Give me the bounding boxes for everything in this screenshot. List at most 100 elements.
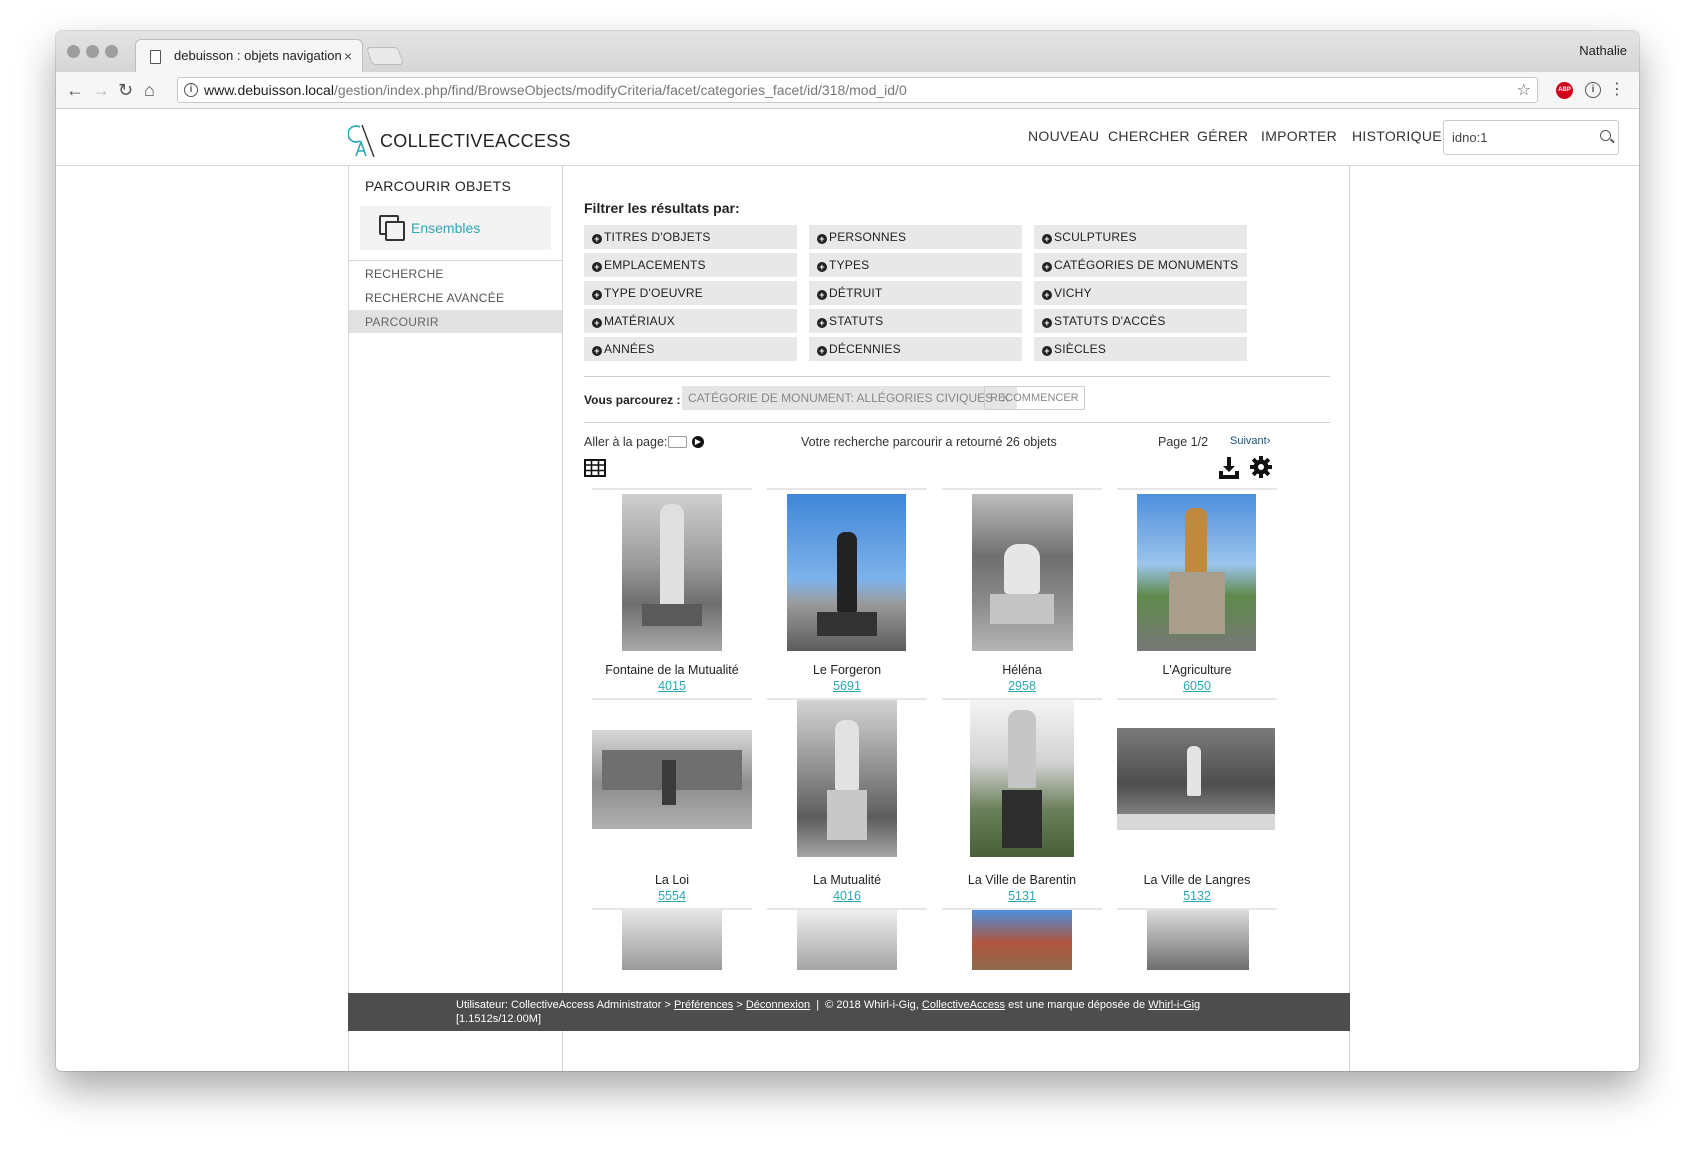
restart-button[interactable]: RECOMMENCER (984, 386, 1085, 410)
sidebar-divider (349, 260, 562, 261)
result-thumbnail[interactable] (972, 494, 1073, 651)
result-thumbnail[interactable] (1147, 910, 1249, 970)
back-arrow-icon[interactable]: ← (66, 80, 84, 100)
facet-type-oeuvre[interactable]: + TYPE D'OEUVRE (584, 281, 797, 305)
result-title: La Loi (654, 873, 690, 887)
result-idno-link[interactable]: 6050 (1117, 679, 1277, 693)
result-idno-link[interactable]: 4015 (592, 679, 752, 693)
bookmark-star-icon[interactable]: ☆ (1517, 80, 1531, 100)
facet-statuts[interactable]: + STATUTS (809, 309, 1022, 333)
result-idno-link[interactable]: 2958 (942, 679, 1102, 693)
profile-name[interactable]: Nathalie (1579, 43, 1627, 58)
sidebar-title: PARCOURIR OBJETS (365, 178, 512, 194)
goto-page-arrow-icon[interactable]: ▶ (692, 436, 704, 448)
result-title: La Ville de Barentin (967, 873, 1077, 887)
result-idno-link[interactable]: 5554 (592, 889, 752, 903)
browser-menu-icon[interactable]: ⋮ (1609, 79, 1625, 99)
sidebar-item-recherche[interactable]: RECHERCHE (349, 262, 562, 285)
quick-search-input[interactable]: idno:1 (1443, 120, 1619, 155)
result-thumbnail[interactable] (622, 910, 722, 970)
result-thumbnail[interactable] (972, 910, 1072, 970)
footer-copyright: © 2018 Whirl-i-Gig, (825, 999, 919, 1011)
result-card[interactable]: Fontaine de la Mutualité 4015 (592, 488, 752, 700)
result-title: Fontaine de la Mutualité (605, 663, 739, 677)
forward-arrow-icon[interactable]: → (92, 80, 110, 100)
nav-gerer[interactable]: GÉRER (1197, 128, 1248, 144)
result-card[interactable]: L'Agriculture 6050 (1117, 488, 1277, 700)
web-page: COLLECTIVEACCESS NOUVEAU CHERCHER GÉRER … (56, 109, 1639, 1071)
next-page-link[interactable]: Suivant› (1230, 435, 1270, 447)
home-icon[interactable]: ⌂ (144, 80, 155, 100)
facet-types[interactable]: + TYPES (809, 253, 1022, 277)
result-card[interactable]: La Loi 5554 (592, 698, 752, 910)
facet-personnes[interactable]: + PERSONNES (809, 225, 1022, 249)
browser-tab[interactable]: debuisson : objets navigation × (135, 39, 363, 72)
plus-icon: + (817, 262, 827, 272)
result-thumbnail[interactable] (787, 494, 906, 651)
result-idno-link[interactable]: 4016 (767, 889, 927, 903)
result-thumbnail[interactable] (622, 494, 722, 651)
result-thumbnail[interactable] (797, 700, 897, 857)
nav-nouveau[interactable]: NOUVEAU (1028, 128, 1099, 144)
facet-decennies[interactable]: + DÉCENNIES (809, 337, 1022, 361)
result-thumbnail[interactable] (970, 700, 1074, 857)
facet-sculptures[interactable]: + SCULPTURES (1034, 225, 1247, 249)
result-thumbnail[interactable] (797, 910, 897, 970)
collectiveaccess-link[interactable]: CollectiveAccess (922, 999, 1005, 1011)
facet-statuts-acces[interactable]: + STATUTS D'ACCÈS (1034, 309, 1247, 333)
result-idno-link[interactable]: 5131 (942, 889, 1102, 903)
adblock-extension-icon[interactable]: ABP (1556, 82, 1573, 99)
facet-materiaux[interactable]: + MATÉRIAUX (584, 309, 797, 333)
plus-icon: + (817, 290, 827, 300)
nav-chercher[interactable]: CHERCHER (1108, 128, 1190, 144)
reload-icon[interactable]: ↻ (118, 80, 133, 100)
nav-historique[interactable]: HISTORIQUE (1352, 128, 1442, 144)
result-idno-link[interactable]: 5691 (767, 679, 927, 693)
ca-logo-icon (348, 124, 375, 157)
result-card[interactable]: La Ville de Barentin 5131 (942, 698, 1102, 910)
result-count: Votre recherche parcourir a retourné 26 … (801, 435, 1057, 449)
logout-link[interactable]: Déconnexion (746, 999, 810, 1011)
sidebar-item-parcourir[interactable]: PARCOURIR (349, 310, 562, 333)
info-icon[interactable]: i (184, 83, 198, 97)
nav-importer[interactable]: IMPORTER (1261, 128, 1337, 144)
sets-button[interactable]: Ensembles (360, 206, 551, 250)
new-tab-button[interactable] (366, 47, 404, 65)
table-view-icon[interactable] (584, 459, 606, 477)
facet-vichy[interactable]: + VICHY (1034, 281, 1247, 305)
browsing-label: Vous parcourez : (584, 393, 681, 407)
plus-icon: + (592, 290, 602, 300)
address-bar[interactable]: i www.debuisson.local/gestion/index.php/… (177, 77, 1538, 103)
facet-categories-monuments[interactable]: + CATÉGORIES DE MONUMENTS (1034, 253, 1247, 277)
result-thumbnail[interactable] (1117, 728, 1275, 830)
facet-annees[interactable]: + ANNÉES (584, 337, 797, 361)
goto-page-input[interactable] (668, 436, 687, 448)
facet-titres-objets[interactable]: + TITRES D'OBJETS (584, 225, 797, 249)
preferences-link[interactable]: Préférences (674, 999, 733, 1011)
result-title: Le Forgeron (812, 663, 882, 677)
sidebar-item-recherche-avancee[interactable]: RECHERCHE AVANCÉE (349, 286, 562, 309)
facet-detruit[interactable]: + DÉTRUIT (809, 281, 1022, 305)
gear-icon[interactable] (1249, 455, 1273, 479)
sidebar: PARCOURIR OBJETS Ensembles RECHERCHE REC… (349, 166, 563, 1071)
result-card[interactable]: La Ville de Langres 5132 (1117, 698, 1277, 910)
facet-emplacements[interactable]: + EMPLACEMENTS (584, 253, 797, 277)
maximize-window-button[interactable] (105, 45, 118, 58)
browser-toolbar: ← → ↻ ⌂ i www.debuisson.local/gestion/in… (56, 72, 1639, 109)
download-icon[interactable] (1217, 456, 1241, 480)
whirligig-link[interactable]: Whirl-i-Gig (1148, 999, 1200, 1011)
close-window-button[interactable] (67, 45, 80, 58)
result-card[interactable]: Héléna 2958 (942, 488, 1102, 700)
result-idno-link[interactable]: 5132 (1117, 889, 1277, 903)
facet-siecles[interactable]: + SIÈCLES (1034, 337, 1247, 361)
criterion-text: CATÉGORIE DE MONUMENT: ALLÉGORIES CIVIQU… (688, 391, 994, 405)
search-icon[interactable] (1600, 130, 1611, 141)
result-card[interactable]: La Mutualité 4016 (767, 698, 927, 910)
result-thumbnail[interactable] (1137, 494, 1256, 651)
minimize-window-button[interactable] (86, 45, 99, 58)
plus-icon: + (1042, 346, 1052, 356)
result-card[interactable]: Le Forgeron 5691 (767, 488, 927, 700)
result-thumbnail[interactable] (592, 730, 752, 829)
extension-info-icon[interactable]: i (1585, 82, 1601, 98)
close-tab-icon[interactable]: × (344, 48, 352, 64)
